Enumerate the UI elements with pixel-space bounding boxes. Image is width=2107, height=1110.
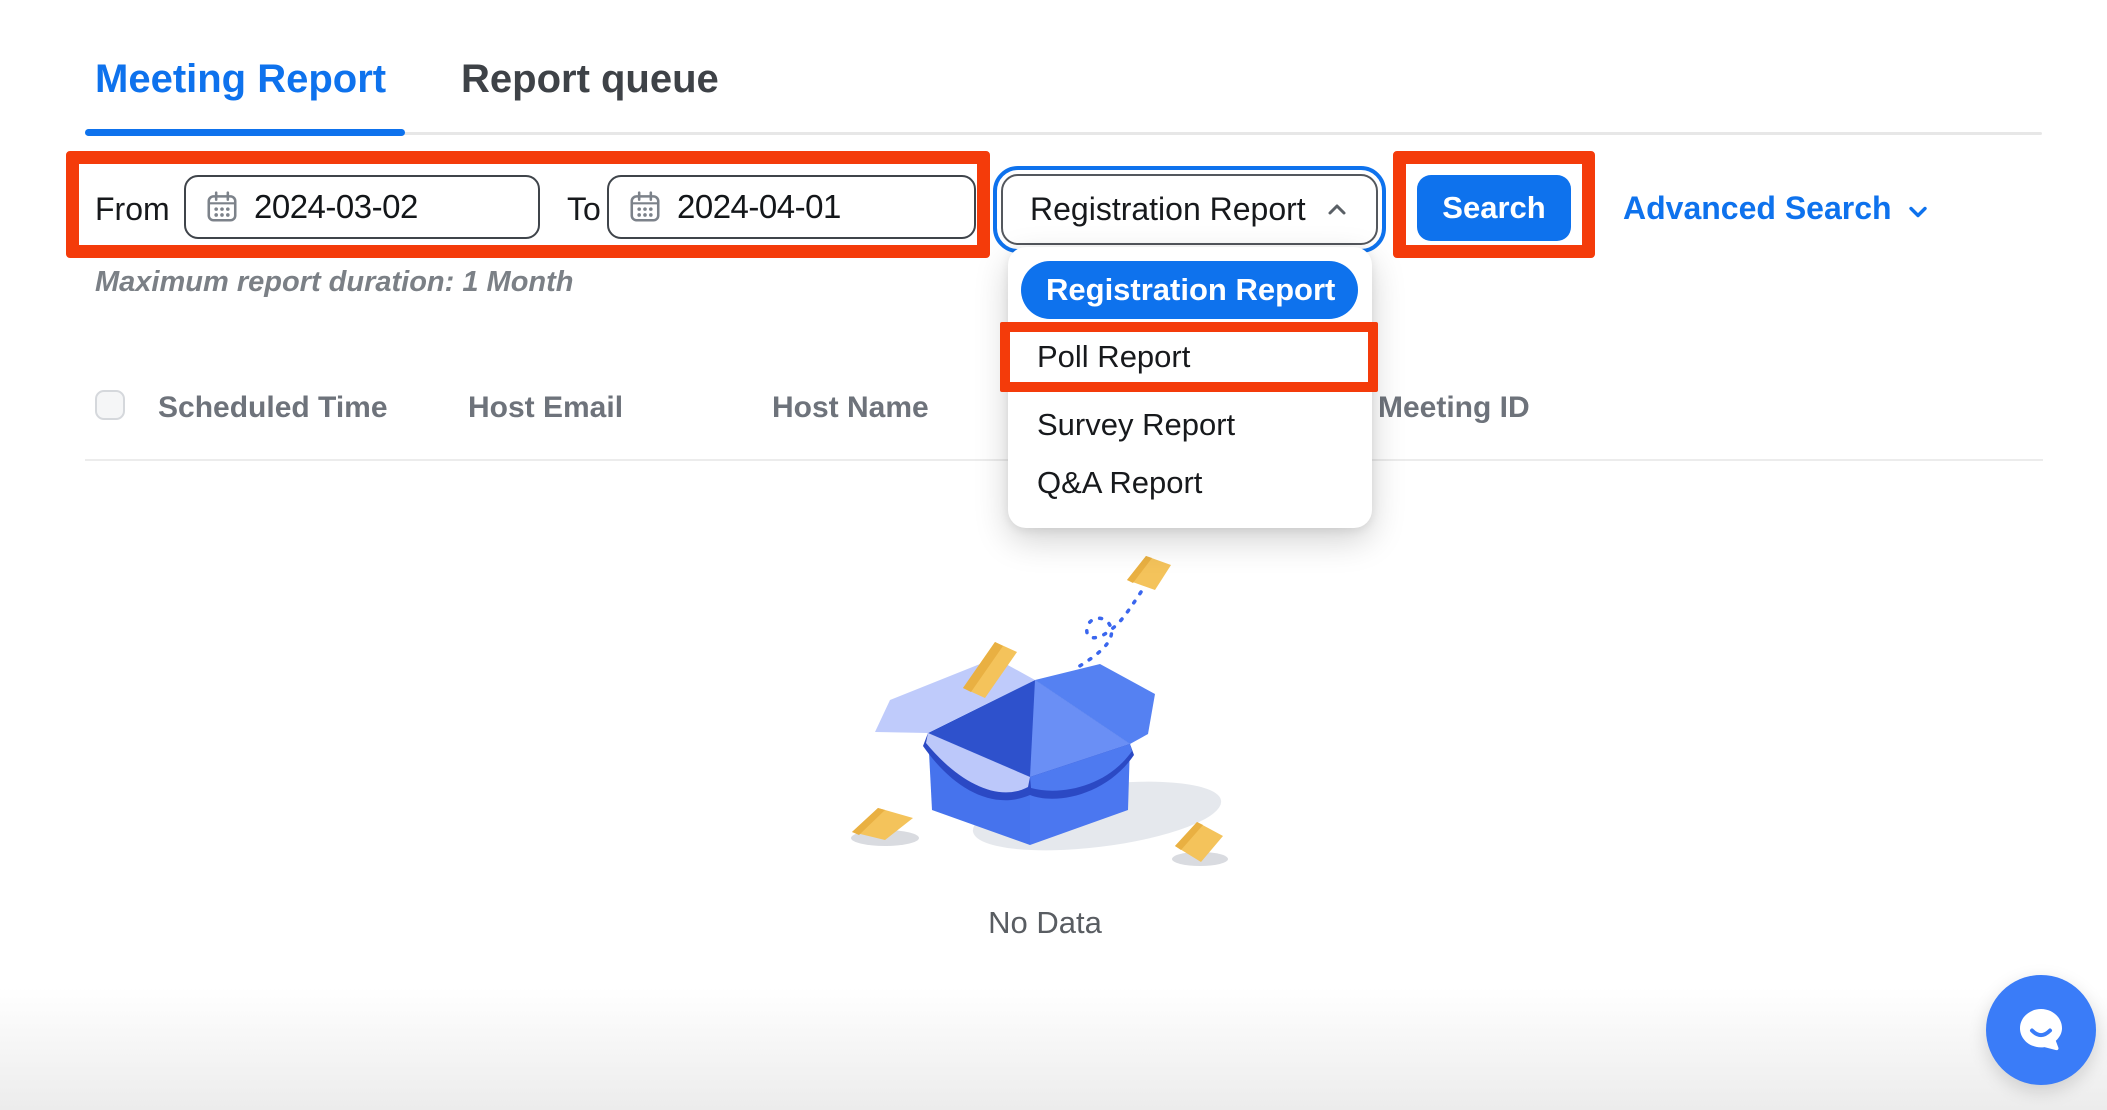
report-type-menu: Registration Report Poll Report Survey R… [1008,247,1372,528]
active-tab-underline [85,129,405,136]
report-type-dropdown[interactable]: Registration Report [1001,174,1378,245]
column-header-scheduled-time: Scheduled Time [158,391,388,425]
chevron-up-icon [1322,195,1352,225]
tab-report-queue[interactable]: Report queue [461,57,719,101]
to-date-input[interactable]: 2024-04-01 [607,175,976,239]
menu-option-registration-report[interactable]: Registration Report [1021,261,1358,319]
select-all-checkbox[interactable] [95,390,125,420]
menu-option-survey-report[interactable]: Survey Report [1008,397,1372,453]
calendar-icon [204,189,240,225]
chat-bubble-icon [2008,997,2074,1063]
no-data-label: No Data [845,905,1245,941]
from-date-input[interactable]: 2024-03-02 [184,175,540,239]
calendar-icon [627,189,663,225]
advanced-search-link[interactable]: Advanced Search [1623,190,1932,227]
advanced-search-label: Advanced Search [1623,190,1892,227]
menu-option-qa-report[interactable]: Q&A Report [1008,455,1372,511]
to-date-value: 2024-04-01 [677,188,841,226]
meeting-report-page: Meeting Report Report queue From 2024-03… [0,0,2107,1110]
tab-meeting-report[interactable]: Meeting Report [95,57,386,101]
search-button[interactable]: Search [1417,175,1571,241]
chevron-down-icon [1904,198,1932,226]
column-header-host-name: Host Name [772,391,929,425]
duration-note: Maximum report duration: 1 Month [95,266,574,299]
chat-launcher-button[interactable] [1986,975,2096,1085]
report-type-selected-value: Registration Report [1030,191,1322,228]
from-label: From [95,191,170,228]
empty-box-illustration [845,548,1245,878]
to-label: To [567,191,601,228]
menu-option-poll-report[interactable]: Poll Report [1008,332,1372,382]
column-header-meeting-id: Meeting ID [1378,391,1530,425]
column-header-host-email: Host Email [468,391,623,425]
from-date-value: 2024-03-02 [254,188,418,226]
